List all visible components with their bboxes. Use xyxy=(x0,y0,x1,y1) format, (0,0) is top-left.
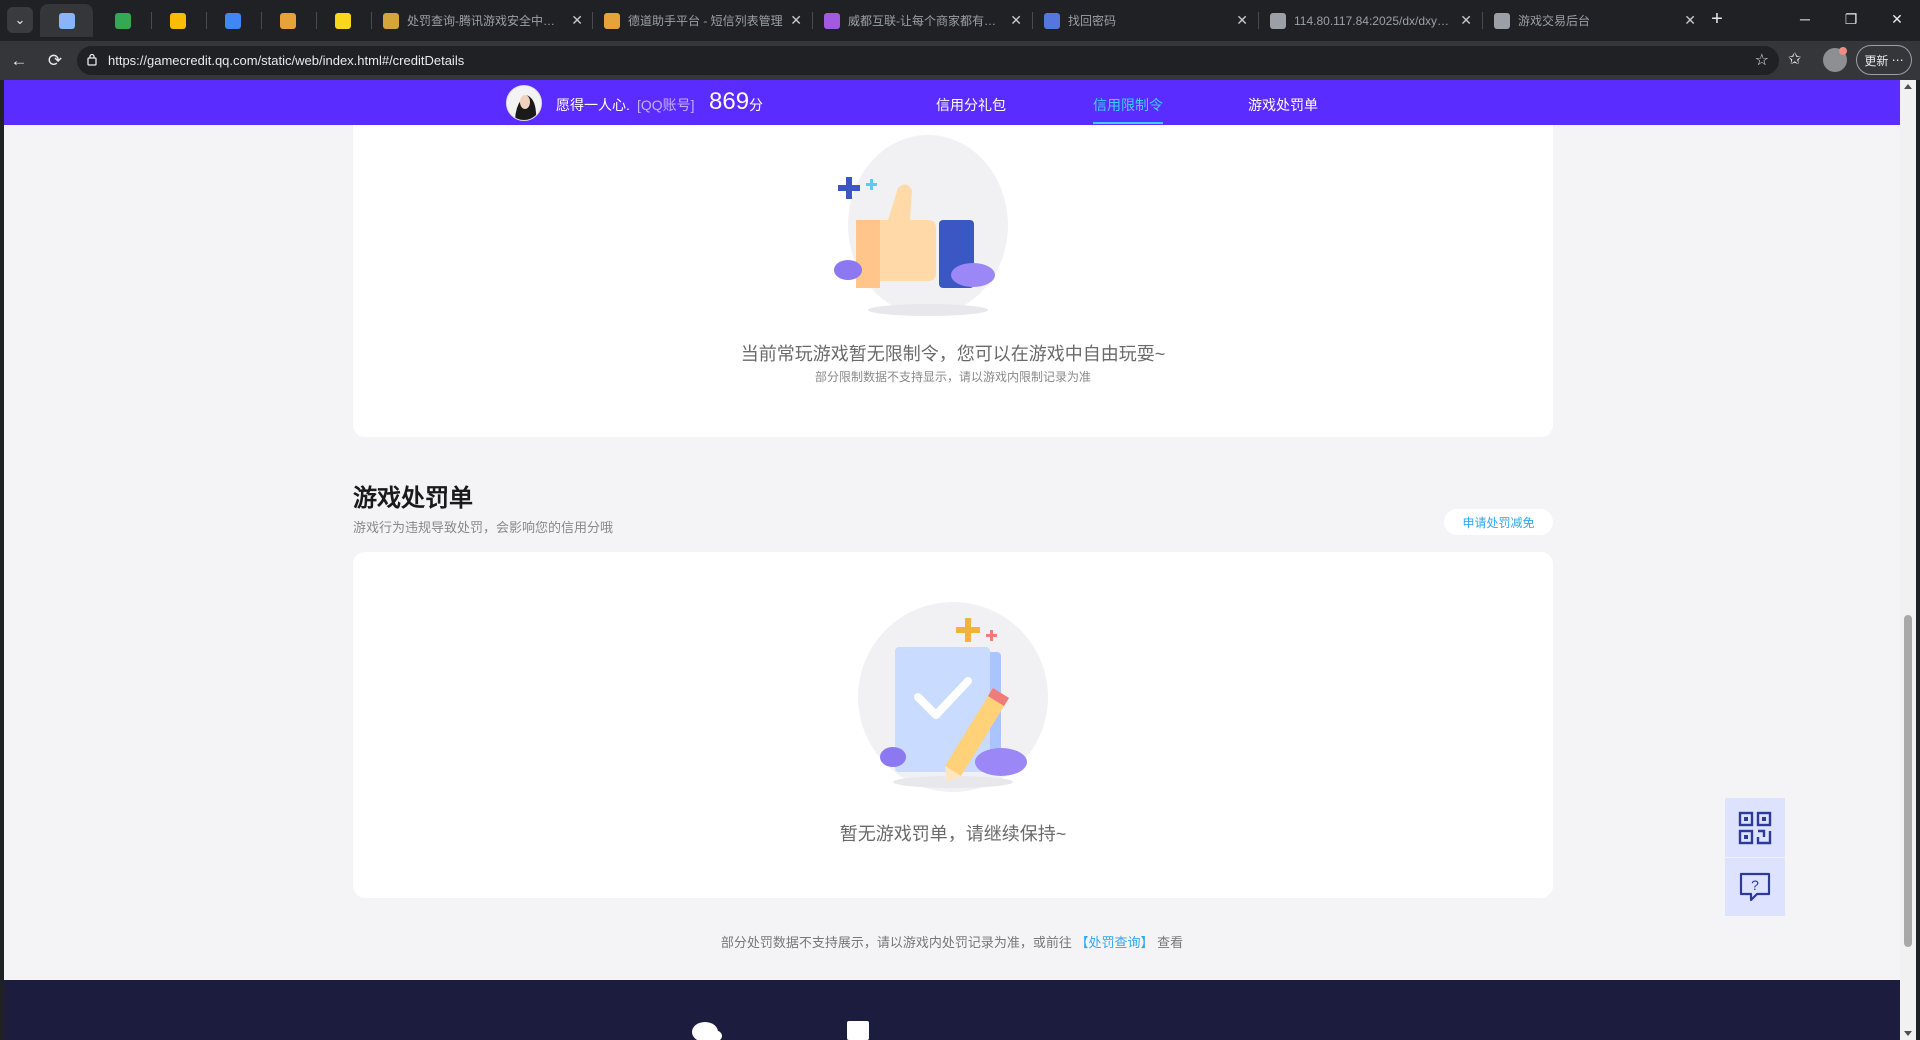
tab-search-button[interactable]: ⌄ xyxy=(7,7,33,33)
browser-tab[interactable] xyxy=(208,4,258,37)
top-navigation-bar: 愿得一人心. [QQ账号] 869 分 信用分礼包 信用限制令 游戏处罚单 xyxy=(4,80,1900,125)
close-window-icon[interactable]: ✕ xyxy=(1886,8,1908,30)
penalty-section-desc: 游戏行为违规导致处罚，会影响您的信用分哦 xyxy=(353,520,614,535)
tab-separator xyxy=(371,12,372,29)
credit-score-unit: 分 xyxy=(749,97,763,113)
account-type: [QQ账号] xyxy=(637,97,695,113)
penalty-query-link[interactable]: 【处罚查询】 xyxy=(1075,935,1153,950)
browser-tab[interactable]: 114.80.117.84:2025/dx/dxyongh ✕ xyxy=(1260,4,1482,37)
browser-tab[interactable]: 威都互联-让每个商家都有属于自己的 ✕ xyxy=(814,4,1032,37)
tab-favicon-icon xyxy=(115,12,131,29)
scroll-down-arrow-icon[interactable] xyxy=(1904,1031,1912,1036)
restriction-empty-subtitle: 部分限制数据不支持显示，请以游戏内限制记录为准 xyxy=(814,370,1091,384)
tab-favicon-icon xyxy=(170,12,186,29)
update-button[interactable]: 更新 ⋯ xyxy=(1856,45,1912,75)
browser-tab[interactable] xyxy=(98,4,148,37)
tab-separator xyxy=(151,12,152,29)
tab-favicon-icon xyxy=(280,12,296,29)
web-page: 当前常玩游戏暂无限制令，您可以在游戏中自由玩耍~ 部分限制数据不支持显示，请以游… xyxy=(4,80,1900,1040)
minimize-icon[interactable]: ─ xyxy=(1794,8,1816,30)
tab-favicon-icon xyxy=(1044,12,1060,29)
tab-separator xyxy=(1258,12,1259,29)
url-text[interactable]: https://gamecredit.qq.com/static/web/ind… xyxy=(108,53,464,68)
tab-separator xyxy=(206,12,207,29)
tab-close-icon[interactable]: ✕ xyxy=(571,12,583,29)
tab-title: 游戏交易后台 xyxy=(1518,14,1591,28)
reload-icon[interactable]: ⟳ xyxy=(43,49,67,73)
nav-credit-gift[interactable]: 信用分礼包 xyxy=(936,95,1006,115)
browser-tab[interactable] xyxy=(318,4,368,37)
tab-favicon-icon xyxy=(604,12,620,29)
penalty-empty-title: 暂无游戏罚单，请继续保持~ xyxy=(839,824,1067,844)
restore-icon[interactable]: ❐ xyxy=(1840,8,1862,30)
tab-close-icon[interactable]: ✕ xyxy=(1460,12,1472,29)
browser-tab[interactable]: 游戏交易后台 ✕ xyxy=(1484,4,1706,37)
tab-title: 找回密码 xyxy=(1068,14,1117,28)
favorites-icon[interactable]: ✩ xyxy=(1788,49,1801,69)
tab-separator xyxy=(592,12,593,29)
thumbs-up-illustration xyxy=(834,135,1008,316)
tab-close-icon[interactable]: ✕ xyxy=(1236,12,1248,29)
browser-tab-strip: ⌄ 处罚查询-腾讯游戏安全中心官网 ✕ 德道助手平台 - 短信列表管理 ✕ 威都互联-让… xyxy=(0,0,1920,41)
clipboard-check-illustration xyxy=(858,602,1048,792)
tab-title: 德道助手平台 - 短信列表管理 xyxy=(628,14,783,28)
scroll-up-arrow-icon[interactable] xyxy=(1904,84,1912,89)
tab-close-icon[interactable]: ✕ xyxy=(790,12,802,29)
tab-separator xyxy=(1482,12,1483,29)
update-label: 更新 xyxy=(1864,53,1889,68)
tab-separator xyxy=(1032,12,1033,29)
penalty-section-title: 游戏处罚单 xyxy=(353,485,473,512)
profile-notification-dot xyxy=(1839,47,1847,55)
tab-favicon-icon xyxy=(824,12,840,29)
nav-credit-restriction[interactable]: 信用限制令 xyxy=(1093,95,1163,115)
penalty-footnote: 部分处罚数据不支持展示，请以游戏内处罚记录为准，或前往 【处罚查询】 查看 xyxy=(4,932,1900,951)
star-icon[interactable]: ☆ xyxy=(1755,50,1769,70)
tab-separator xyxy=(261,12,262,29)
tab-favicon-icon xyxy=(383,12,399,29)
address-bar[interactable]: https://gamecredit.qq.com/static/web/ind… xyxy=(77,46,1779,75)
nav-game-penalty[interactable]: 游戏处罚单 xyxy=(1248,95,1318,115)
site-footer xyxy=(4,980,1900,1040)
tab-favicon-icon xyxy=(1494,12,1510,29)
browser-tab[interactable] xyxy=(263,4,313,37)
footnote-text: 部分处罚数据不支持展示，请以游戏内处罚记录为准，或前往 xyxy=(720,935,1072,950)
tab-separator xyxy=(316,12,317,29)
credit-score: 869 xyxy=(709,88,750,115)
new-tab-button[interactable]: + xyxy=(1706,8,1728,30)
penalty-card: 暂无游戏罚单，请继续保持~ xyxy=(353,552,1553,898)
feedback-icon[interactable]: ? xyxy=(1725,857,1785,916)
browser-tab[interactable]: 处罚查询-腾讯游戏安全中心官网 ✕ xyxy=(373,4,593,37)
browser-tab[interactable] xyxy=(40,4,93,37)
tab-close-icon[interactable]: ✕ xyxy=(1684,12,1696,29)
browser-tab[interactable]: 找回密码 ✕ xyxy=(1034,4,1258,37)
tab-favicon-icon xyxy=(335,12,351,29)
user-avatar[interactable] xyxy=(506,85,542,121)
lock-icon xyxy=(87,53,97,66)
tab-title: 处罚查询-腾讯游戏安全中心官网 xyxy=(407,14,566,28)
tab-title: 114.80.117.84:2025/dx/dxyongh xyxy=(1294,13,1455,28)
page-scrollbar[interactable] xyxy=(1900,80,1916,1040)
tab-favicon-icon xyxy=(1270,12,1286,29)
tab-title: 威都互联-让每个商家都有属于自己的 xyxy=(848,14,1004,28)
back-arrow-icon[interactable]: ← xyxy=(7,49,31,73)
apply-penalty-reduction-button[interactable]: 申请处罚减免 xyxy=(1444,509,1553,535)
browser-tab[interactable]: 德道助手平台 - 短信列表管理 ✕ xyxy=(594,4,812,37)
tab-favicon-icon xyxy=(225,12,241,29)
svg-text:?: ? xyxy=(1751,877,1759,893)
restriction-empty-title: 当前常玩游戏暂无限制令，您可以在游戏中自由玩耍~ xyxy=(740,344,1166,364)
wechat-icon[interactable] xyxy=(692,1018,722,1040)
nav-active-underline xyxy=(1093,122,1163,124)
tab-separator xyxy=(812,12,813,29)
app-icon[interactable] xyxy=(847,1018,869,1040)
browser-tab[interactable] xyxy=(153,4,203,37)
tab-close-icon[interactable]: ✕ xyxy=(1010,12,1022,29)
restriction-card: 当前常玩游戏暂无限制令，您可以在游戏中自由玩耍~ 部分限制数据不支持显示，请以游… xyxy=(353,125,1553,437)
address-toolbar: ← ⟳ https://gamecredit.qq.com/static/web… xyxy=(0,41,1920,80)
tab-favicon-icon xyxy=(58,12,75,29)
footnote-suffix: 查看 xyxy=(1157,935,1184,950)
floating-side-panel: ? xyxy=(1725,798,1785,916)
scroll-thumb[interactable] xyxy=(1904,615,1912,947)
user-nickname: 愿得一人心. xyxy=(556,97,630,113)
qrcode-icon[interactable] xyxy=(1725,798,1785,857)
